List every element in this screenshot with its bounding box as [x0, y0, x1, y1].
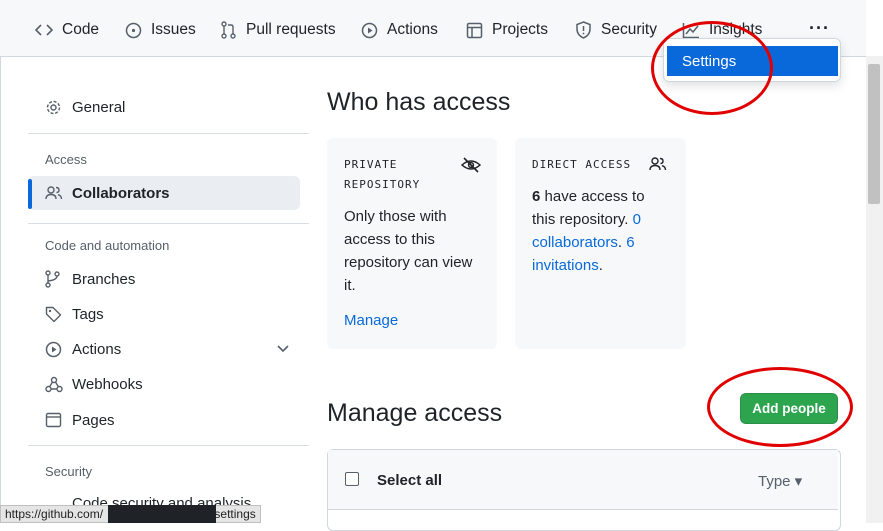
access-text: . [617, 234, 627, 251]
tab-actions-label: Actions [387, 21, 438, 38]
shield-icon [576, 21, 591, 39]
code-icon [35, 24, 53, 36]
sidebar-divider [28, 223, 309, 224]
sidebar-heading-code-automation: Code and automation [45, 238, 170, 253]
card-text-line: Only those with [344, 208, 447, 225]
direct-access-card: DIRECT ACCESS 6 have access to this repo… [515, 138, 686, 349]
sidebar-item-label: Collaborators [72, 184, 170, 202]
tab-insights-label: Insights [709, 21, 763, 38]
people-icon [649, 157, 667, 171]
tab-projects[interactable]: Projects [466, 18, 548, 42]
invitations-count-link[interactable]: 6 [626, 234, 634, 251]
sidebar-item-webhooks[interactable]: Webhooks [28, 367, 300, 401]
tag-icon [45, 306, 62, 322]
sidebar-item-label: Tags [72, 305, 104, 323]
collaborators-count-link[interactable]: 0 [633, 211, 641, 228]
branch-icon [45, 270, 60, 288]
issue-icon [125, 22, 142, 38]
card-text-line: repository can view [344, 254, 473, 271]
select-all-label: Select all [377, 472, 443, 489]
card-text-line: it. [344, 277, 356, 294]
sidebar-divider [28, 445, 309, 446]
invitations-link[interactable]: invitations [532, 257, 599, 274]
play-icon [45, 341, 62, 357]
private-repository-card: PRIVATE REPOSITORY Only those with acces… [327, 138, 497, 349]
tab-pull-requests-label: Pull requests [246, 21, 336, 38]
tab-pull-requests[interactable]: Pull requests [220, 18, 336, 42]
access-text: have access to [540, 188, 645, 205]
sidebar-item-pages[interactable]: Pages [28, 403, 300, 437]
direct-access-label: DIRECT ACCESS [532, 158, 632, 171]
access-text: this repository. [532, 211, 633, 228]
graph-icon [682, 22, 699, 38]
eye-closed-icon [461, 157, 481, 173]
card-label-line: REPOSITORY [344, 178, 421, 191]
tab-security-label: Security [601, 21, 657, 38]
collaborators-link[interactable]: collaborators [532, 234, 618, 251]
card-label-line: PRIVATE [344, 158, 398, 171]
status-url-suffix: /settings [211, 507, 256, 521]
tab-code[interactable]: Code [35, 18, 99, 42]
type-filter-dropdown[interactable]: Type ▾ [758, 472, 802, 490]
sidebar-item-label: Pages [72, 411, 115, 429]
sidebar-item-label: Webhooks [72, 375, 143, 393]
scrollbar-thumb[interactable] [868, 64, 880, 204]
people-icon [45, 186, 63, 200]
status-url-prefix: https://github.com/ [5, 507, 104, 521]
sidebar-heading-access: Access [45, 152, 87, 167]
more-dropdown: Settings [663, 38, 841, 82]
card-text-line: access to this [344, 231, 435, 248]
manage-link[interactable]: Manage [344, 309, 398, 332]
sidebar-item-label: Actions [72, 340, 122, 358]
gear-icon [46, 100, 61, 114]
tab-code-label: Code [62, 21, 100, 38]
sidebar-item-branches[interactable]: Branches [28, 262, 300, 296]
sidebar-item-collaborators[interactable]: Collaborators [28, 176, 300, 210]
webhook-icon [45, 376, 63, 392]
page-edge [0, 56, 1, 523]
tab-projects-label: Projects [492, 21, 548, 38]
select-all-checkbox[interactable] [345, 472, 359, 486]
sidebar-heading-security: Security [45, 464, 92, 479]
access-text: . [598, 257, 603, 274]
manage-access-title: Manage access [327, 399, 503, 427]
table-icon [466, 22, 483, 38]
who-has-access-title: Who has access [327, 88, 511, 116]
sidebar-item-tags[interactable]: Tags [28, 297, 300, 331]
tab-actions[interactable]: Actions [361, 18, 438, 42]
sidebar-item-actions[interactable]: Actions [28, 332, 300, 366]
pull-request-icon [221, 21, 236, 39]
chevron-down-icon [277, 345, 289, 353]
redacted-url-segment [108, 505, 216, 523]
sidebar-item-label: General [72, 98, 126, 116]
browser-icon [45, 412, 62, 428]
sidebar-item-label: Branches [72, 270, 136, 288]
dropdown-settings-item[interactable]: Settings [667, 46, 838, 76]
more-menu-button[interactable]: ··· [809, 18, 830, 39]
tab-issues-label: Issues [151, 21, 196, 38]
add-people-button[interactable]: Add people [740, 393, 838, 424]
tab-issues[interactable]: Issues [125, 18, 196, 42]
tab-security[interactable]: Security [575, 18, 657, 42]
sidebar-item-general[interactable]: General [28, 90, 300, 124]
play-icon [361, 22, 378, 38]
sidebar-divider [28, 133, 309, 134]
